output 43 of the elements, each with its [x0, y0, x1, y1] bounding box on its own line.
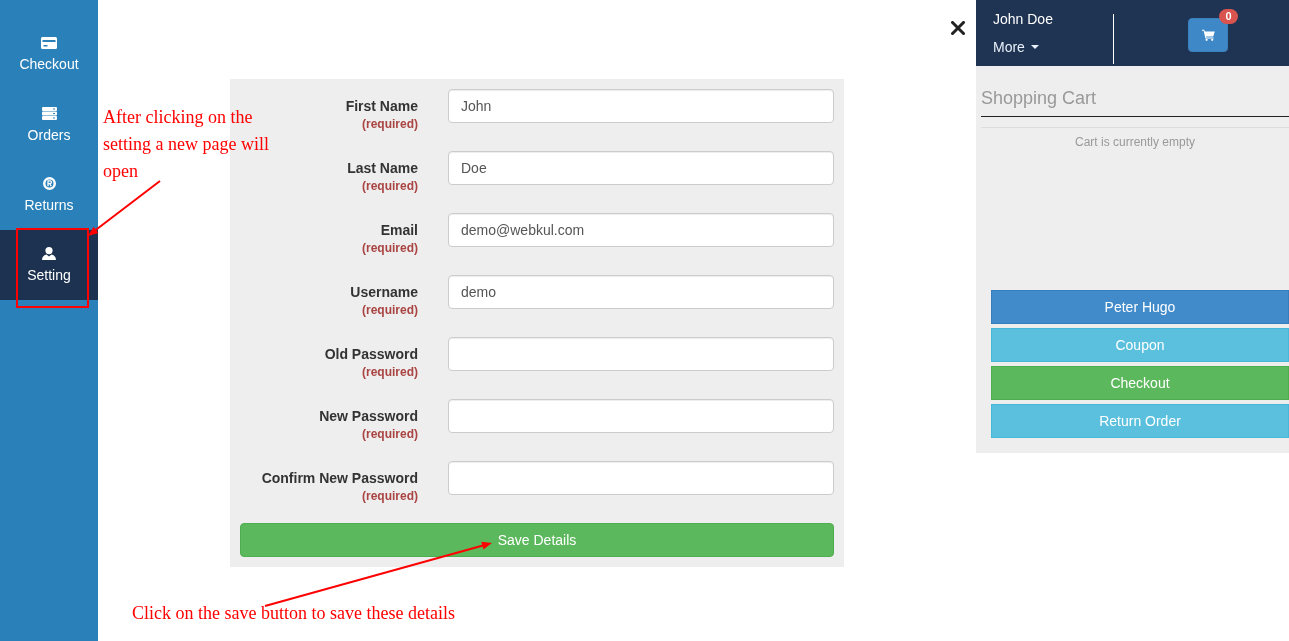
input-field[interactable]: demo: [448, 275, 834, 309]
field-label: Old Password: [324, 345, 418, 364]
required-note: (required): [362, 364, 418, 381]
field-label: First Name: [345, 97, 418, 116]
input-field[interactable]: Doe: [448, 151, 834, 185]
field-label: New Password: [319, 407, 418, 426]
cart-icon: [1201, 29, 1215, 41]
required-note: (required): [362, 178, 418, 195]
required-note: (required): [362, 426, 418, 443]
cart-button[interactable]: [1188, 18, 1228, 52]
field-label: Confirm New Password: [261, 469, 418, 488]
required-note: (required): [362, 240, 418, 257]
sidebar-item[interactable]: Returns: [0, 160, 98, 230]
input-field[interactable]: demo@webkul.com: [448, 213, 834, 247]
close-icon[interactable]: [951, 21, 965, 35]
panel-title: Shopping Cart: [981, 88, 1097, 108]
user-name: John Doe: [993, 10, 1053, 29]
user-icon: [42, 247, 56, 260]
required-note: (required): [362, 116, 418, 133]
sidebar-item[interactable]: Checkout: [0, 20, 98, 90]
panel-button[interactable]: Peter Hugo: [991, 290, 1289, 324]
required-note: (required): [362, 488, 418, 505]
field-label: Last Name: [347, 159, 418, 178]
annotation-text: After clicking on the setting a new page will open: [103, 106, 270, 183]
field-label: Email: [380, 221, 418, 240]
stack-icon: [41, 107, 57, 120]
registered-icon: [42, 177, 56, 190]
cart-count-badge: 0: [1219, 9, 1238, 24]
input-field[interactable]: John: [448, 89, 834, 123]
annotation-text: Click on the save button to save these details: [132, 602, 455, 625]
sidebar-item[interactable]: Setting: [0, 230, 98, 300]
card-icon: [41, 37, 57, 49]
input-field[interactable]: [448, 461, 834, 495]
save-button[interactable]: Save Details: [240, 523, 834, 557]
required-note: (required): [362, 302, 418, 319]
panel-button[interactable]: Checkout: [991, 366, 1289, 400]
input-field[interactable]: [448, 337, 834, 371]
field-label: Username: [350, 283, 418, 302]
more-dropdown[interactable]: More: [993, 37, 1039, 57]
input-field[interactable]: [448, 399, 834, 433]
empty-cart-message: Cart is currently empty: [1075, 135, 1195, 149]
caret-icon: [1030, 45, 1039, 49]
sidebar-item[interactable]: Orders: [0, 90, 98, 160]
